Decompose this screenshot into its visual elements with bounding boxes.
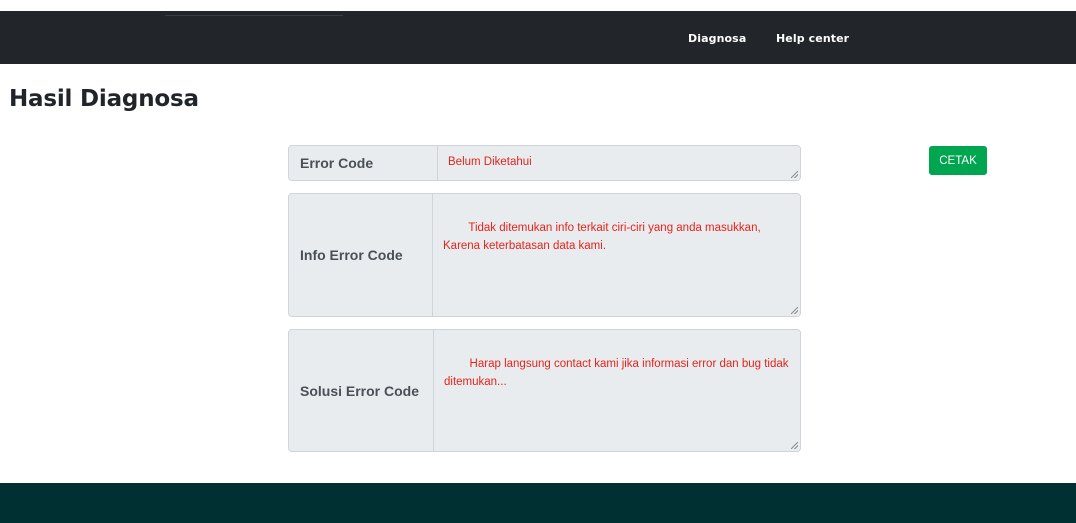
navbar-divider [165, 15, 343, 16]
info-error-code-group: Info Error Code Tidak ditemukan info ter… [288, 193, 801, 317]
resize-grip-icon[interactable] [791, 171, 798, 178]
error-code-field[interactable]: Belum Diketahui [438, 146, 800, 180]
nav-link-help-center[interactable]: Help center [776, 32, 849, 45]
info-error-code-value: Tidak ditemukan info terkait ciri-ciri y… [443, 222, 764, 252]
solusi-error-code-label: Solusi Error Code [289, 330, 434, 451]
top-navbar: Diagnosa Help center [0, 11, 1076, 64]
error-code-label: Error Code [289, 146, 438, 180]
print-button[interactable]: CETAK [929, 146, 987, 175]
resize-grip-icon[interactable] [791, 307, 798, 314]
error-code-value: Belum Diketahui [448, 156, 532, 168]
info-error-code-label: Info Error Code [289, 194, 433, 316]
solusi-error-code-value: Harap langsung contact kami jika informa… [444, 358, 792, 388]
page-title: Hasil Diagnosa [9, 86, 199, 112]
footer-banner [0, 483, 1076, 523]
info-error-code-field[interactable]: Tidak ditemukan info terkait ciri-ciri y… [433, 194, 800, 316]
resize-grip-icon[interactable] [791, 442, 798, 449]
nav-link-diagnosa[interactable]: Diagnosa [688, 32, 746, 45]
solusi-error-code-group: Solusi Error Code Harap langsung contact… [288, 329, 801, 452]
solusi-error-code-field[interactable]: Harap langsung contact kami jika informa… [434, 330, 800, 451]
error-code-group: Error Code Belum Diketahui [288, 145, 801, 181]
